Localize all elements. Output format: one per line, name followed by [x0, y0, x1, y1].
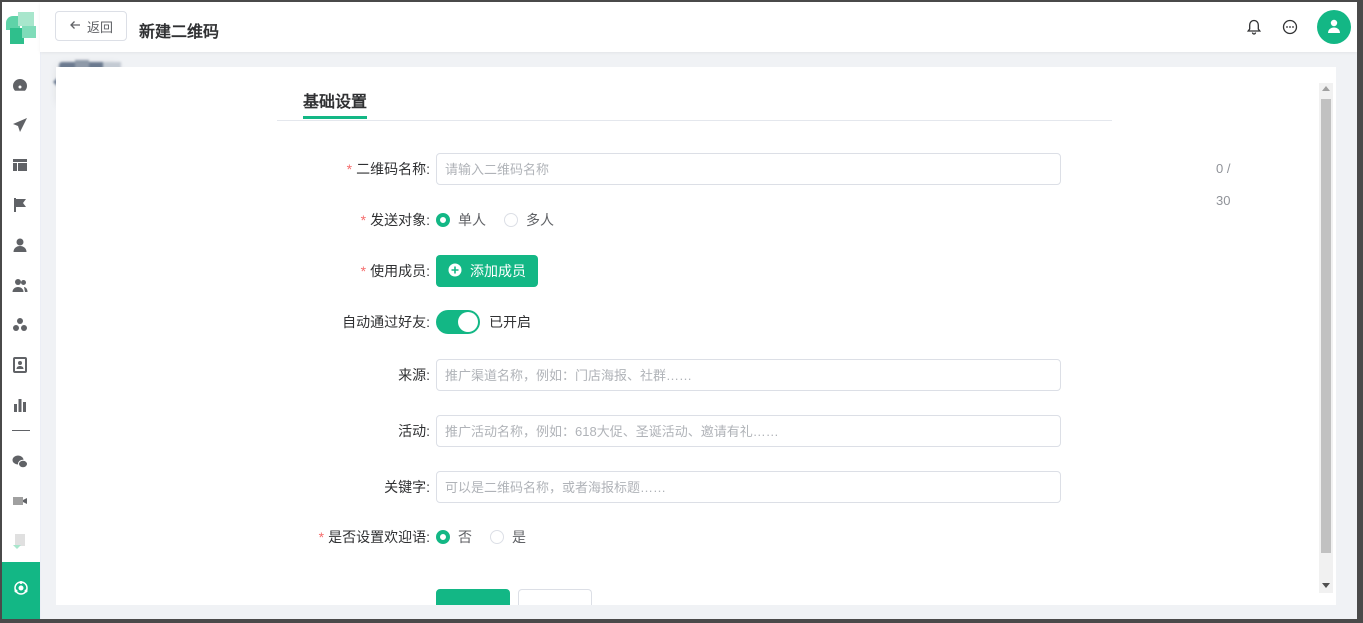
arrow-left-icon	[69, 19, 81, 34]
tabs: 基础设置	[277, 67, 1112, 121]
members-label: * 使用成员:	[360, 263, 430, 279]
form-row-keyword: 关键字:	[256, 471, 1116, 503]
avatar-user-icon	[1326, 18, 1342, 37]
qr-name-input[interactable]	[436, 153, 1061, 185]
scrollbar-thumb[interactable]	[1321, 99, 1331, 553]
submit-button[interactable]	[436, 589, 510, 605]
activity-label: 活动:	[398, 423, 430, 439]
send-target-radio-multi[interactable]: 多人	[504, 204, 554, 236]
activity-input[interactable]	[436, 415, 1061, 447]
radio-unchecked-icon	[504, 213, 518, 227]
cancel-button[interactable]	[518, 589, 592, 605]
back-button[interactable]: 返回	[55, 11, 127, 41]
qr-name-label: * 二维码名称:	[346, 161, 430, 177]
contact-card-icon[interactable]	[9, 354, 31, 376]
form-row-activity: 活动:	[256, 415, 1116, 447]
source-input[interactable]	[436, 359, 1061, 391]
scroll-up-arrow-icon[interactable]	[1322, 86, 1330, 91]
scroll-down-arrow-icon[interactable]	[1322, 583, 1330, 588]
settings-active-icon[interactable]	[10, 577, 32, 599]
form-row-welcome: * 是否设置欢迎语: 否 是	[256, 521, 1116, 553]
tab-active-indicator	[303, 116, 367, 119]
vertical-scrollbar[interactable]	[1319, 83, 1333, 593]
wechat-icon[interactable]	[9, 451, 31, 473]
layout-icon[interactable]	[9, 154, 31, 176]
page-title: 新建二维码	[139, 24, 220, 41]
sidebar-active-item[interactable]	[2, 562, 40, 619]
welcome-label: * 是否设置欢迎语:	[318, 529, 430, 545]
qr-name-counter: 0 / 30	[1216, 161, 1231, 208]
top-header: 返回 新建二维码	[40, 2, 1357, 52]
app-window: 返回 新建二维码 基础设置 *二维码名称: 0 / 30	[2, 2, 1357, 619]
auto-accept-switch[interactable]	[436, 310, 480, 334]
users-icon[interactable]	[9, 274, 31, 296]
send-icon[interactable]	[9, 114, 31, 136]
welcome-radio-yes[interactable]: 是	[490, 521, 526, 553]
back-button-label: 返回	[86, 19, 113, 35]
bar-chart-icon[interactable]	[9, 394, 31, 416]
avatar[interactable]	[1317, 10, 1351, 44]
user-icon[interactable]	[9, 234, 31, 256]
chat-icon[interactable]	[1281, 18, 1299, 36]
source-label: 来源:	[398, 367, 430, 383]
sidebar-divider	[12, 430, 30, 431]
tab-basic-settings[interactable]: 基础设置	[303, 88, 367, 112]
bell-icon[interactable]	[1245, 18, 1263, 36]
flag-icon[interactable]	[9, 194, 31, 216]
dashboard-icon[interactable]	[9, 74, 31, 96]
add-member-button[interactable]: 添加成员	[436, 255, 538, 287]
auto-accept-status: 已开启	[489, 314, 531, 330]
radio-checked-icon	[436, 530, 450, 544]
keyword-label: 关键字:	[384, 479, 430, 495]
form-row-members: * 使用成员: 添加成员	[256, 255, 1116, 287]
form-row-send-target: * 发送对象: 单人 多人	[256, 204, 1116, 236]
logo	[6, 12, 36, 46]
keyword-input[interactable]	[436, 471, 1061, 503]
auto-accept-label: 自动通过好友:	[342, 314, 430, 330]
form-card: 基础设置 *二维码名称: 0 / 30 *发送对象: 单人 多人 *使用成员:	[56, 67, 1336, 605]
welcome-radio-no[interactable]: 否	[436, 521, 472, 553]
group-icon[interactable]	[9, 314, 31, 336]
radio-checked-icon	[436, 213, 450, 227]
form-row-source: 来源:	[256, 359, 1116, 391]
document-icon[interactable]	[9, 530, 31, 552]
sidebar	[2, 2, 41, 619]
send-target-radio-single[interactable]: 单人	[436, 204, 486, 236]
video-icon[interactable]	[9, 490, 31, 512]
radio-unchecked-icon	[490, 530, 504, 544]
form-row-auto-accept: 自动通过好友: 已开启	[256, 306, 1116, 338]
plus-circle-icon	[448, 263, 462, 280]
form-row-qr-name: *二维码名称: 0 / 30	[256, 153, 1230, 208]
send-target-label: * 发送对象:	[360, 212, 430, 228]
